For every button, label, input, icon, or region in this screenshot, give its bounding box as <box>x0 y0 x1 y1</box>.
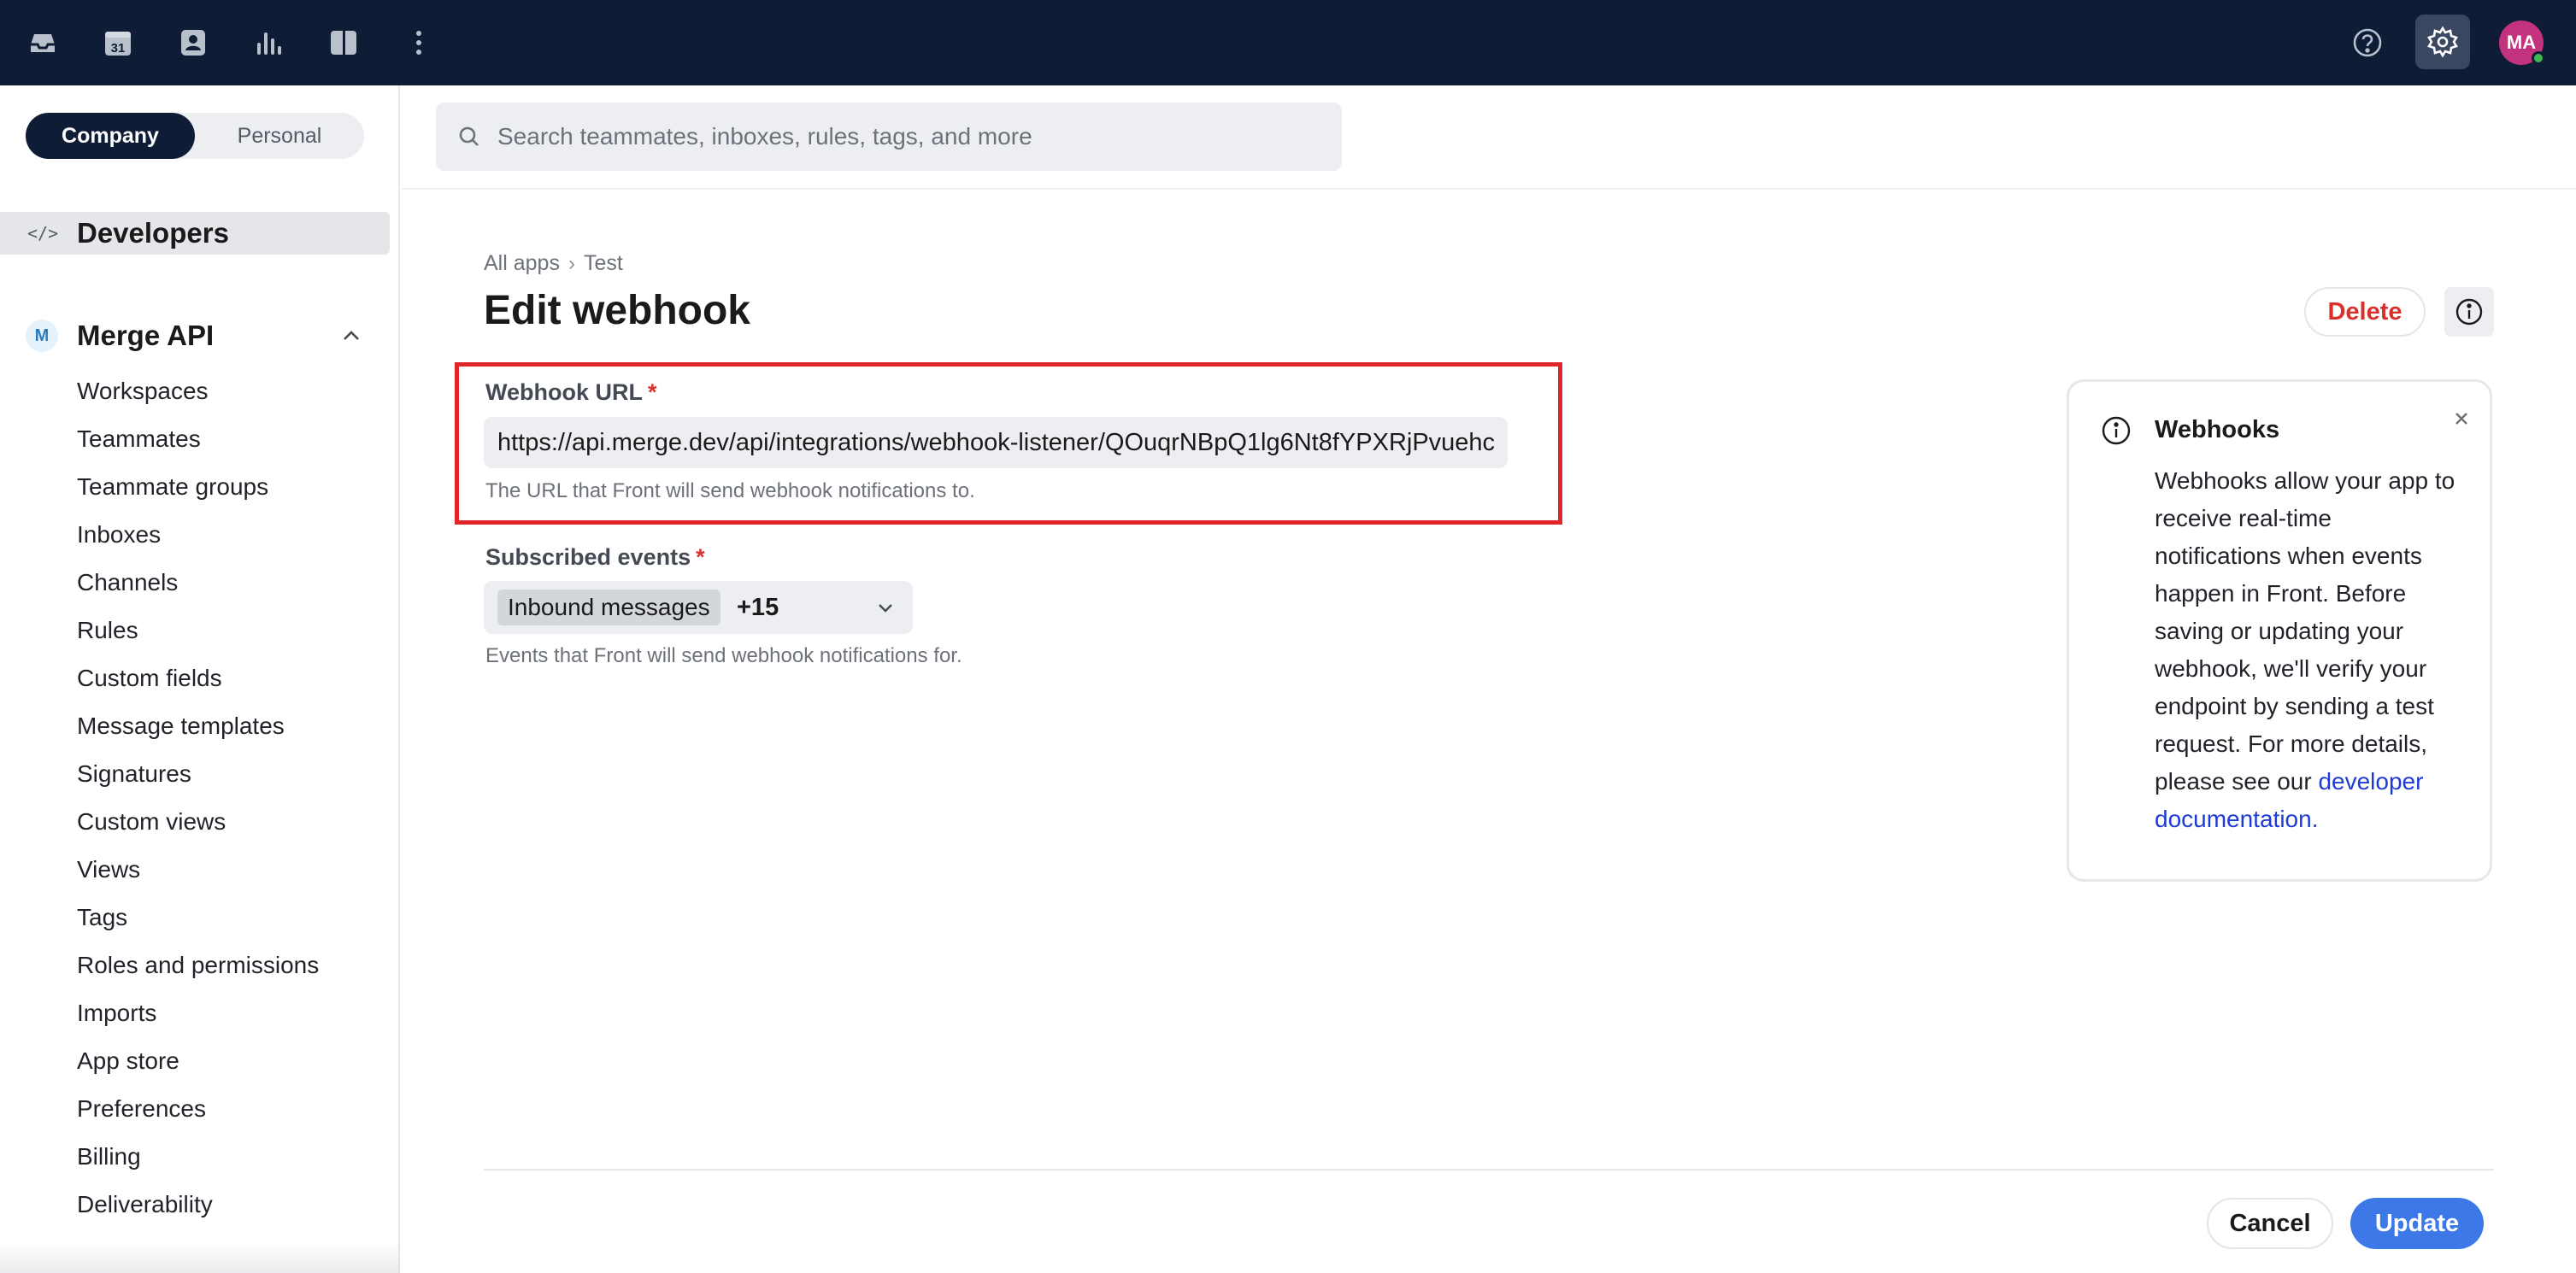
sidebar-item-deliverability[interactable]: Deliverability <box>77 1181 319 1229</box>
footer-divider <box>484 1169 2494 1170</box>
chevron-down-icon <box>879 604 892 613</box>
sidebar-item-roles-and-permissions[interactable]: Roles and permissions <box>77 942 319 989</box>
cancel-button[interactable]: Cancel <box>2207 1198 2333 1249</box>
sidebar-item-app-store[interactable]: App store <box>77 1037 319 1085</box>
sidebar-item-signatures[interactable]: Signatures <box>77 750 319 798</box>
webhook-url-helper: The URL that Front will send webhook not… <box>485 479 975 502</box>
sidebar-item-views[interactable]: Views <box>77 846 319 894</box>
chevron-right-icon: › <box>568 251 575 275</box>
sidebar-item-billing[interactable]: Billing <box>77 1133 319 1181</box>
settings-sidebar: Company Personal </> Developers M Merge … <box>0 85 400 1273</box>
breadcrumb: All apps › Test <box>484 251 623 276</box>
sidebar-item-inboxes[interactable]: Inboxes <box>77 511 319 559</box>
sidebar-item-custom-views[interactable]: Custom views <box>77 798 319 846</box>
required-mark: * <box>648 379 657 405</box>
delete-button[interactable]: Delete <box>2304 287 2426 337</box>
info-icon <box>2455 298 2483 326</box>
help-icon[interactable] <box>2344 19 2391 67</box>
sidebar-item-imports[interactable]: Imports <box>77 989 319 1037</box>
sidebar-item-teammate-groups[interactable]: Teammate groups <box>77 463 319 511</box>
scope-personal-tab[interactable]: Personal <box>195 113 364 159</box>
gear-icon[interactable] <box>2415 15 2470 69</box>
inbox-icon[interactable] <box>19 19 67 67</box>
more-icon[interactable] <box>395 19 443 67</box>
event-chip: Inbound messages <box>497 590 720 625</box>
app-badge: M <box>26 320 58 352</box>
search-box[interactable] <box>436 103 1342 171</box>
search-icon <box>459 126 479 146</box>
webhook-url-label: Webhook URL * <box>485 379 657 406</box>
breadcrumb-all-apps-link[interactable]: All apps <box>484 251 560 276</box>
page-title: Edit webhook <box>484 288 750 333</box>
scope-toggle: Company Personal <box>26 113 364 159</box>
info-icon <box>2102 416 2131 445</box>
event-more-count: +15 <box>737 594 779 621</box>
scope-company-tab[interactable]: Company <box>26 113 195 159</box>
sidebar-nav-list: Workspaces Teammates Teammate groups Inboxe… <box>77 367 319 1229</box>
close-icon[interactable] <box>2449 406 2474 431</box>
calendar-day-text: 31 <box>111 41 126 56</box>
subscribed-events-helper: Events that Front will send webhook noti… <box>485 644 962 667</box>
sidebar-item-workspaces[interactable]: Workspaces <box>77 367 319 415</box>
subscribed-events-label: Subscribed events * <box>485 544 705 571</box>
sidebar-bottom-fade <box>0 1242 400 1273</box>
info-panel-body: Webhooks allow your app to receive real-… <box>2155 462 2464 838</box>
sidebar-section-developers[interactable]: </> Developers <box>0 212 390 255</box>
sidebar-item-channels[interactable]: Channels <box>77 559 319 607</box>
update-button[interactable]: Update <box>2350 1198 2484 1249</box>
code-icon: </> <box>27 223 59 243</box>
avatar-initials: MA <box>2506 32 2537 53</box>
webhook-url-label-text: Webhook URL <box>485 379 643 405</box>
required-mark: * <box>696 544 705 570</box>
info-panel-text: Webhooks allow your app to receive real-… <box>2155 467 2455 795</box>
search-header <box>402 85 2576 190</box>
breadcrumb-current[interactable]: Test <box>584 251 623 276</box>
sidebar-item-message-templates[interactable]: Message templates <box>77 702 319 750</box>
avatar[interactable]: MA <box>2499 21 2545 65</box>
info-toggle-button[interactable] <box>2444 287 2494 337</box>
subscribed-events-label-text: Subscribed events <box>485 544 691 570</box>
analytics-icon[interactable] <box>244 19 292 67</box>
sidebar-item-tags[interactable]: Tags <box>77 894 319 942</box>
sidebar-item-custom-fields[interactable]: Custom fields <box>77 654 319 702</box>
search-input[interactable] <box>497 111 1342 162</box>
online-status-dot <box>2532 51 2545 65</box>
webhooks-info-panel: Webhooks Webhooks allow your app to rece… <box>2067 379 2492 882</box>
info-panel-suffix: . <box>2311 806 2319 832</box>
sidebar-item-rules[interactable]: Rules <box>77 607 319 654</box>
sidebar-item-teammates[interactable]: Teammates <box>77 415 319 463</box>
chevron-up-icon[interactable] <box>340 325 362 347</box>
top-navigation-bar: 31 MA <box>0 0 2576 85</box>
app-name: Merge API <box>77 320 215 351</box>
sidebar-section-label: Developers <box>77 217 229 249</box>
sidebar-app-merge-api[interactable]: M Merge API <box>0 314 390 357</box>
split-view-icon[interactable] <box>320 19 368 67</box>
info-panel-title: Webhooks <box>2155 416 2280 443</box>
calendar-icon[interactable]: 31 <box>94 19 142 67</box>
sidebar-item-preferences[interactable]: Preferences <box>77 1085 319 1133</box>
contacts-icon[interactable] <box>169 19 217 67</box>
webhook-url-input[interactable] <box>484 417 1508 468</box>
subscribed-events-select[interactable]: Inbound messages +15 <box>484 581 913 634</box>
